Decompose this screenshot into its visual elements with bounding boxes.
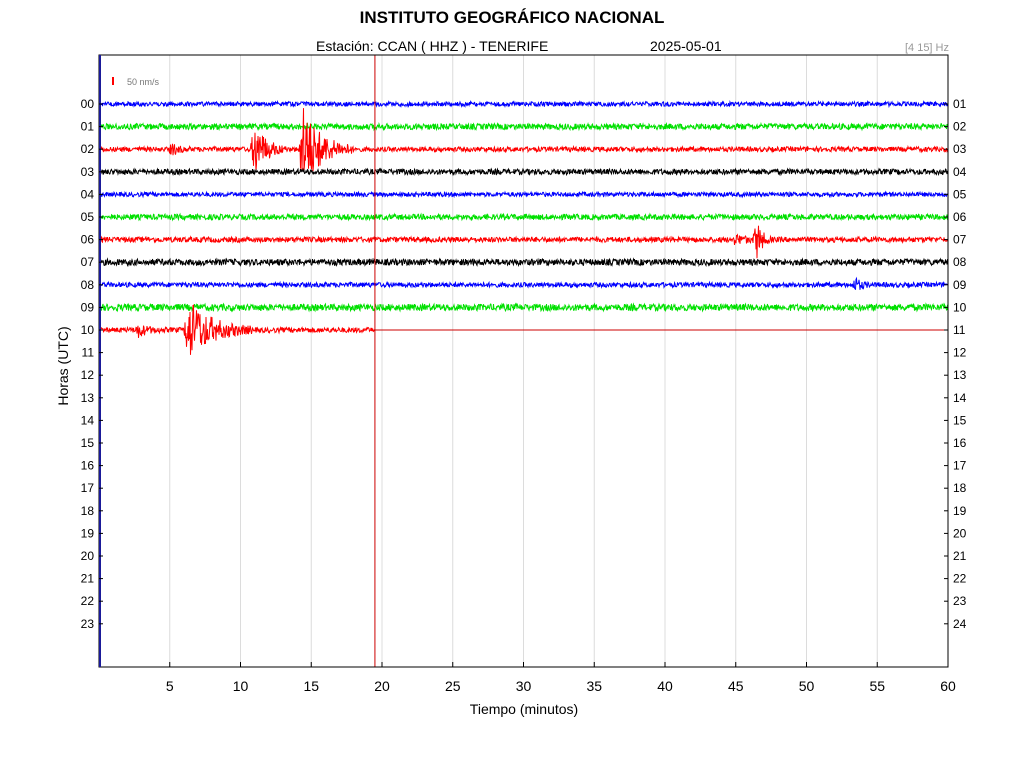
left-hour-label: 20 [81,549,95,563]
left-hour-label: 00 [81,97,95,111]
left-hour-label: 07 [81,255,95,269]
right-hour-label: 16 [953,436,967,450]
x-tick-label: 45 [728,678,744,694]
right-hour-label: 23 [953,594,967,608]
right-hour-label: 15 [953,413,967,427]
right-hour-label: 22 [953,572,967,586]
left-hour-label: 05 [81,210,95,224]
seismogram-chart: 5 10 15 20 25 30 35 40 45 50 55 60 00 01 02 03 04 05 06 07 0… [55,54,967,717]
right-hour-label: 06 [953,210,967,224]
x-tick-label: 25 [445,678,461,694]
left-hour-label: 04 [81,187,95,201]
left-hour-label: 14 [81,413,95,427]
left-hour-label: 13 [81,391,95,405]
right-hour-label: 09 [953,278,967,292]
left-hour-label: 09 [81,300,95,314]
x-tick-label: 50 [799,678,815,694]
left-hour-label: 18 [81,504,95,518]
left-hour-label: 15 [81,436,95,450]
right-hour-label: 08 [953,255,967,269]
left-hour-label: 12 [81,368,95,382]
right-hour-label: 05 [953,187,967,201]
left-hour-label: 11 [82,346,95,360]
x-tick-label: 35 [586,678,602,694]
left-hour-label: 01 [81,120,95,134]
right-hour-label: 10 [953,300,967,314]
left-hour-label: 08 [81,278,95,292]
right-hour-label: 18 [953,481,967,495]
right-hour-label: 17 [953,459,967,473]
left-hour-label: 21 [81,572,95,586]
left-hour-label: 06 [81,233,95,247]
right-hour-label: 19 [953,504,967,518]
scale-bar [112,77,114,85]
x-tick-label: 55 [869,678,885,694]
left-hour-label: 17 [81,481,95,495]
y-axis-title: Horas (UTC) [55,326,71,405]
right-hour-label: 20 [953,526,967,540]
right-hour-label: 07 [953,233,967,247]
left-hour-label: 10 [81,323,95,337]
right-hour-label: 02 [953,120,967,134]
x-tick-label: 15 [303,678,319,694]
left-hour-label: 23 [81,617,95,631]
x-tick-label: 20 [374,678,390,694]
right-hour-label: 03 [953,142,967,156]
left-hour-label: 19 [81,526,95,540]
right-hour-label: 11 [953,323,966,337]
left-hour-label: 16 [81,459,95,473]
right-hour-label: 01 [953,97,967,111]
scale-bar-label: 50 nm/s [127,77,160,87]
x-axis-title: Tiempo (minutos) [470,701,578,717]
x-tick-label: 40 [657,678,673,694]
x-tick-label: 10 [233,678,249,694]
x-tick-label: 30 [516,678,532,694]
x-tick-label: 5 [166,678,174,694]
left-hour-label: 02 [81,142,95,156]
right-hour-label: 04 [953,165,967,179]
right-hour-label: 12 [953,346,967,360]
right-hour-label: 13 [953,368,967,382]
x-tick-label: 60 [940,678,956,694]
left-hour-label: 22 [81,594,95,608]
right-hour-label: 21 [953,549,967,563]
left-hour-label: 03 [81,165,95,179]
right-hour-label: 24 [953,617,967,631]
right-hour-label: 14 [953,391,967,405]
